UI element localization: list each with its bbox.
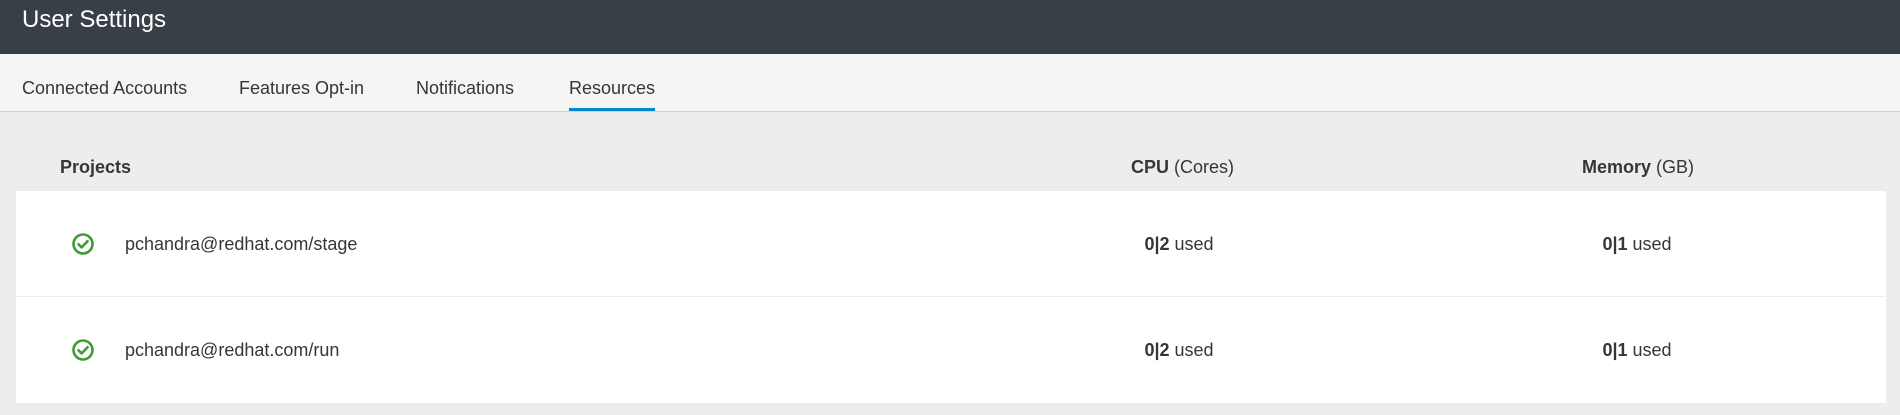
table-row: pchandra@redhat.com/run 0|2 used 0|1 use… [16,297,1886,403]
memory-usage-value: 0|1 [1602,340,1628,360]
projects-table-body: pchandra@redhat.com/stage 0|2 used 0|1 u… [16,191,1886,403]
page-header: User Settings [0,0,1900,54]
memory-usage: 0|1 used [1602,232,1671,256]
memory-usage: 0|1 used [1602,338,1671,362]
column-header-cpu-unit: (Cores) [1174,157,1235,177]
column-header-memory-unit: (GB) [1656,157,1695,177]
project-name: pchandra@redhat.com/stage [125,234,358,254]
memory-usage-suffix: used [1632,234,1672,254]
user-settings-page: User Settings Connected Accounts Feature… [0,0,1900,415]
cpu-usage-suffix: used [1174,234,1214,254]
page-title: User Settings [22,6,167,33]
cpu-usage: 0|2 used [1144,232,1213,256]
cpu-usage-value: 0|2 [1144,234,1170,254]
settings-tabs: Connected Accounts Features Opt-in Notif… [0,54,1900,112]
table-row: pchandra@redhat.com/stage 0|2 used 0|1 u… [16,191,1886,297]
cpu-usage: 0|2 used [1144,338,1213,362]
memory-usage-value: 0|1 [1602,234,1628,254]
tab-features-opt-in[interactable]: Features Opt-in [239,54,364,111]
column-header-memory-label: Memory [1582,157,1652,177]
check-circle-icon [72,233,94,255]
column-header-cpu-label: CPU [1131,157,1170,177]
column-header-projects-label: Projects [60,157,132,177]
project-name: pchandra@redhat.com/run [125,340,340,360]
cpu-usage-value: 0|2 [1144,340,1170,360]
column-header-memory: Memory (GB) [1582,156,1694,178]
memory-usage-suffix: used [1632,340,1672,360]
tab-connected-accounts[interactable]: Connected Accounts [22,54,187,111]
column-header-projects: Projects [60,156,131,178]
resources-panel: Projects CPU (Cores) Memory (GB) pchandr… [0,112,1900,415]
tab-resources[interactable]: Resources [569,54,656,111]
column-header-cpu: CPU (Cores) [1131,156,1234,178]
tab-notifications[interactable]: Notifications [416,54,514,111]
check-circle-icon [72,339,94,361]
cpu-usage-suffix: used [1174,340,1214,360]
